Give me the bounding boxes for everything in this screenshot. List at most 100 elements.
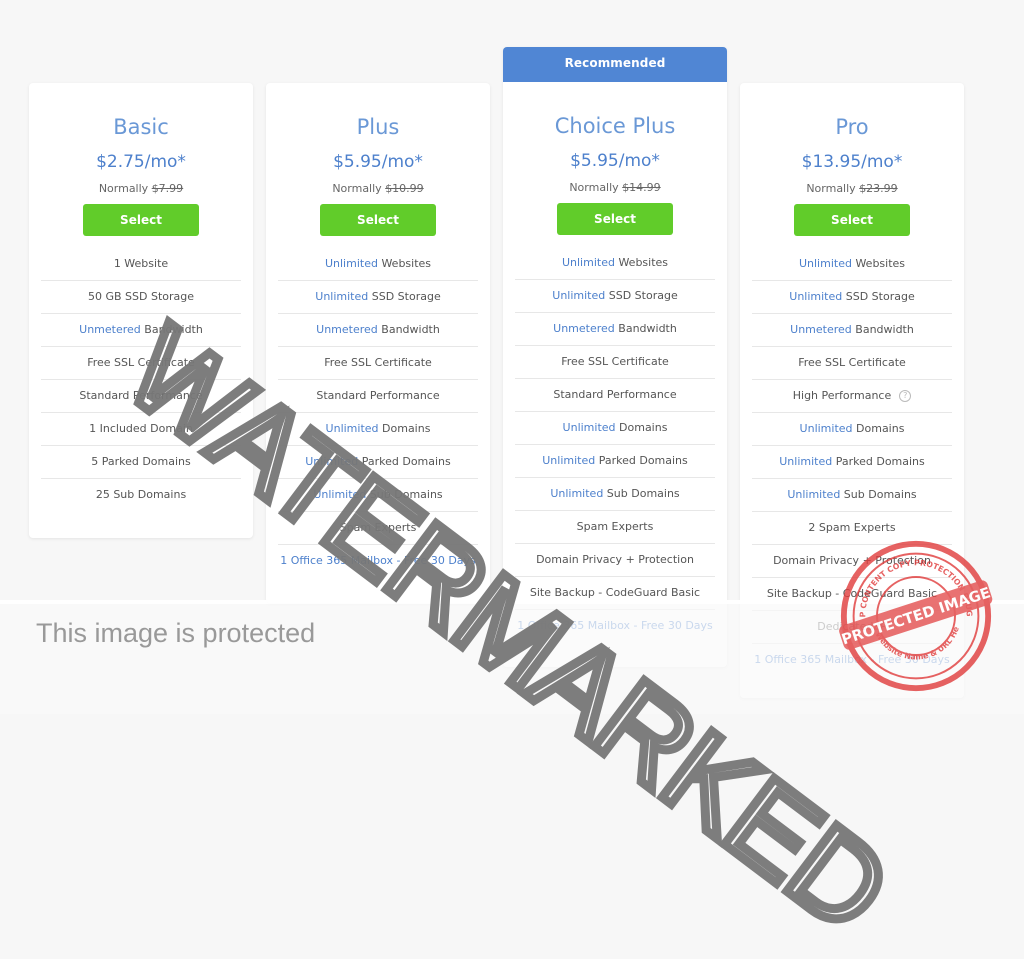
recommended-ribbon: Recommended bbox=[503, 47, 727, 82]
feature-text: Spam Experts bbox=[576, 520, 654, 533]
feature-item: Free SSL Certificate bbox=[515, 346, 715, 379]
feature-text: SSD Storage bbox=[605, 289, 678, 302]
feature-list: Unlimited Websites Unlimited SSD Storage U… bbox=[278, 248, 478, 577]
feature-item: Standard Performance bbox=[41, 380, 241, 413]
office365-mailbox-link[interactable]: 1 Office 365 Mailbox - Free 30 Days bbox=[278, 545, 478, 577]
feature-highlight: Unlimited bbox=[552, 289, 606, 302]
feature-text: Standard Performance bbox=[553, 388, 677, 401]
original-price: $23.99 bbox=[859, 182, 898, 195]
plan-name: Choice Plus bbox=[554, 114, 676, 138]
feature-item: Unmetered Bandwidth bbox=[41, 314, 241, 347]
feature-highlight: Unmetered bbox=[316, 323, 378, 336]
original-price: $7.99 bbox=[151, 182, 184, 195]
feature-item: Standard Performance bbox=[278, 380, 478, 413]
feature-text: Domains bbox=[615, 421, 668, 434]
feature-text: Parked Domains bbox=[832, 455, 925, 468]
select-pro-button[interactable]: Select bbox=[794, 204, 910, 236]
feature-text: Bandwidth bbox=[140, 323, 203, 336]
feature-text: 2 Spam Experts bbox=[808, 521, 896, 534]
feature-item: Unlimited SSD Storage bbox=[278, 281, 478, 314]
feature-item: 2 Spam Experts bbox=[752, 512, 952, 545]
feature-list: 1 Website 50 GB SSD Storage Unmetered Band… bbox=[41, 248, 241, 511]
feature-highlight: Unmetered bbox=[553, 322, 615, 335]
plan-price: $5.95/mo* bbox=[570, 151, 660, 171]
feature-item: 1 Included Domain bbox=[41, 413, 241, 446]
feature-text: 25 Sub Domains bbox=[95, 488, 187, 501]
feature-text: Sub Domains bbox=[840, 488, 917, 501]
feature-text: Bandwidth bbox=[377, 323, 440, 336]
feature-item: Unlimited Parked Domains bbox=[752, 446, 952, 479]
feature-text: Free SSL Certificate bbox=[798, 356, 906, 369]
feature-highlight: Unlimited bbox=[799, 422, 853, 435]
protected-notice: This image is protected bbox=[36, 618, 316, 648]
feature-item: Free SSL Certificate bbox=[278, 347, 478, 380]
feature-text: 50 GB SSD Storage bbox=[87, 290, 195, 303]
original-price: $14.99 bbox=[622, 181, 661, 194]
feature-text: Domain Privacy + Protection bbox=[536, 553, 694, 566]
feature-highlight: Unlimited bbox=[324, 257, 378, 270]
feature-item: High Performance? bbox=[752, 380, 952, 413]
normal-price: Normally $10.99 bbox=[266, 182, 490, 196]
feature-highlight: Unlimited bbox=[313, 488, 367, 501]
feature-highlight: Unlimited bbox=[798, 257, 852, 270]
feature-text: Websites bbox=[851, 257, 906, 270]
help-icon[interactable]: ? bbox=[899, 390, 912, 402]
feature-text: Parked Domains bbox=[358, 455, 451, 468]
feature-item: Unlimited Parked Domains bbox=[278, 446, 478, 479]
feature-text: SSD Storage bbox=[842, 290, 915, 303]
feature-item: Spam Experts bbox=[515, 511, 715, 544]
feature-item: Unlimited Sub Domains bbox=[278, 479, 478, 512]
feature-item: Unmetered Bandwidth bbox=[752, 314, 952, 347]
feature-item: Unmetered Bandwidth bbox=[278, 314, 478, 347]
feature-list: Unlimited Websites Unlimited SSD Storage U… bbox=[515, 247, 715, 642]
feature-highlight: Unlimited bbox=[561, 256, 615, 269]
feature-text: 1 Included Domain bbox=[89, 422, 193, 435]
plan-card-choice-plus: Recommended Choice Plus $5.95/mo* Normal… bbox=[503, 47, 727, 667]
feature-text: Domains bbox=[852, 422, 905, 435]
feature-item: 1 Website bbox=[41, 248, 241, 281]
feature-highlight: Unlimited bbox=[789, 290, 843, 303]
feature-item: 5 Parked Domains bbox=[41, 446, 241, 479]
feature-text: Free SSL Certificate bbox=[324, 356, 432, 369]
plan-price: $2.75/mo* bbox=[96, 152, 186, 172]
select-plus-button[interactable]: Select bbox=[320, 204, 436, 236]
normally-label: Normally bbox=[332, 182, 382, 195]
feature-item: Unlimited Websites bbox=[752, 248, 952, 281]
feature-highlight: Unlimited bbox=[779, 455, 833, 468]
feature-text: Spam Experts bbox=[339, 521, 417, 534]
feature-item: Unlimited Websites bbox=[515, 247, 715, 280]
feature-highlight: Unlimited bbox=[562, 421, 616, 434]
normal-price: Normally $7.99 bbox=[29, 182, 253, 196]
normally-label: Normally bbox=[806, 182, 856, 195]
feature-item: Unlimited Sub Domains bbox=[515, 478, 715, 511]
feature-highlight: Unlimited bbox=[550, 487, 604, 500]
feature-item: 25 Sub Domains bbox=[41, 479, 241, 511]
feature-item: Standard Performance bbox=[515, 379, 715, 412]
feature-item: Free SSL Certificate bbox=[752, 347, 952, 380]
feature-text: Free SSL Certificate bbox=[87, 356, 195, 369]
feature-item: Spam Experts bbox=[278, 512, 478, 545]
normal-price: Normally $23.99 bbox=[740, 182, 964, 196]
feature-text: Standard Performance bbox=[316, 389, 440, 402]
feature-highlight: Unmetered bbox=[790, 323, 852, 336]
feature-text: Bandwidth bbox=[614, 322, 677, 335]
select-basic-button[interactable]: Select bbox=[83, 204, 199, 236]
feature-item: Domain Privacy + Protection bbox=[515, 544, 715, 577]
plan-price: $13.95/mo* bbox=[801, 152, 903, 172]
plan-name: Basic bbox=[113, 115, 169, 139]
feature-item: Unlimited SSD Storage bbox=[752, 281, 952, 314]
feature-text: Bandwidth bbox=[851, 323, 914, 336]
feature-text: Websites bbox=[377, 257, 432, 270]
feature-text: Sub Domains bbox=[603, 487, 680, 500]
feature-text: Parked Domains bbox=[595, 454, 688, 467]
feature-highlight: Unlimited bbox=[305, 455, 359, 468]
feature-item: Unlimited Domains bbox=[278, 413, 478, 446]
feature-text: Site Backup - CodeGuard Basic bbox=[529, 586, 701, 599]
original-price: $10.99 bbox=[385, 182, 424, 195]
feature-text: 1 Website bbox=[113, 257, 169, 270]
plan-card-plus: Plus $5.95/mo* Normally $10.99 Select Un… bbox=[266, 83, 490, 603]
select-choice-plus-button[interactable]: Select bbox=[557, 203, 673, 235]
normally-label: Normally bbox=[569, 181, 619, 194]
normally-label: Normally bbox=[98, 182, 149, 195]
feature-text: SSD Storage bbox=[368, 290, 441, 303]
